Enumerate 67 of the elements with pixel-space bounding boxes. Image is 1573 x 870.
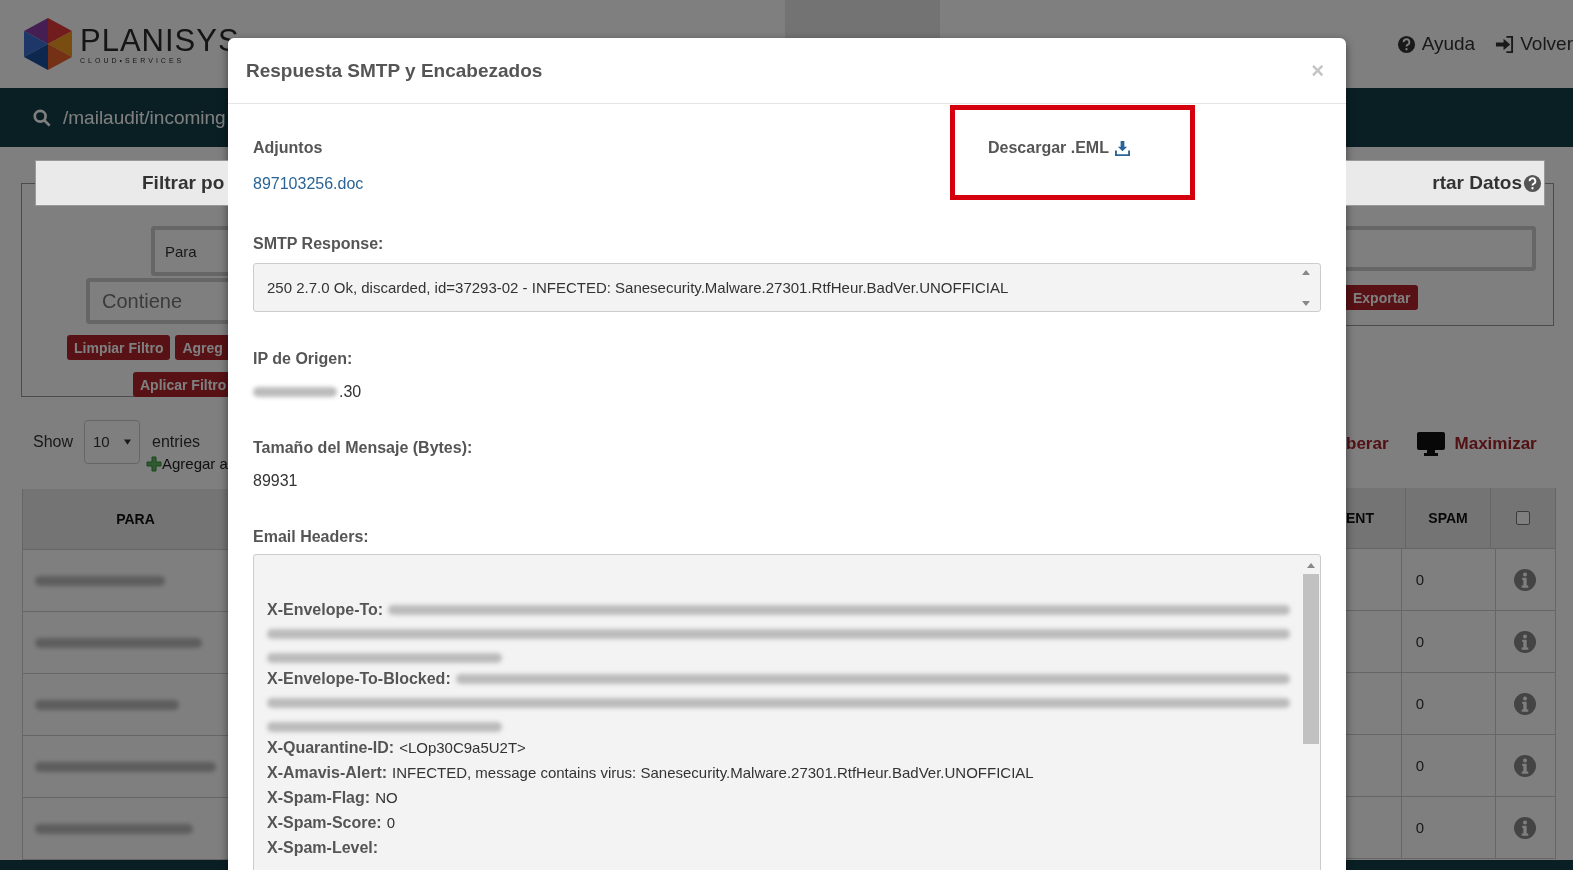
help-icon <box>1523 173 1542 193</box>
monitor-icon <box>1416 432 1445 456</box>
show-label: Show <box>33 432 74 451</box>
page-size-select[interactable]: 10 <box>84 419 141 464</box>
header-key: X-Quarantine-ID: <box>267 738 395 757</box>
table-cell: 0 <box>1400 611 1495 673</box>
table-cell: 0 <box>1400 735 1495 797</box>
nav-link[interactable]: Ayuda <box>1396 33 1476 55</box>
input-field[interactable] <box>1346 226 1536 271</box>
add-link[interactable]: Agregar a <box>146 455 228 472</box>
scroll-up-icon[interactable] <box>1302 269 1310 275</box>
info-icon[interactable] <box>1514 568 1537 591</box>
maximize-link[interactable]: Maximizar <box>1416 432 1537 456</box>
ip-value: .30 <box>339 383 362 401</box>
info-icon[interactable] <box>1514 816 1537 839</box>
field-select[interactable]: Para <box>151 226 228 276</box>
info-icon[interactable] <box>1514 630 1537 653</box>
column-header: PARA <box>23 489 228 550</box>
header-value: <LOp30C9a5U2T> <box>399 739 526 756</box>
nav-link[interactable]: Volver <box>1495 33 1573 55</box>
table-cell: 0 <box>1400 673 1495 735</box>
column-header: ENT <box>1346 488 1405 549</box>
clear-filter-button[interactable]: Limpiar Filtro <box>67 335 171 360</box>
header-value: NO <box>375 789 398 806</box>
attachments-label: Adjuntos <box>253 139 324 157</box>
smtp-response-text: 250 2.7.0 Ok, discarded, id=37293-02 - INFECTED: Sanesecurity.Malware.27301.RtfHeur.BadVer.UNOFFICIAL <box>267 279 1010 296</box>
select-all-checkbox[interactable] <box>1516 511 1531 525</box>
table-cell: 0 <box>1400 797 1495 859</box>
column-header: SPAM <box>1404 488 1491 549</box>
size-label: Tamaño del Mensaje (Bytes): <box>253 439 474 457</box>
smtp-label: SMTP Response: <box>253 235 385 253</box>
ip-label: IP de Origen: <box>253 350 354 368</box>
add-filter-button[interactable]: Agreg <box>175 335 228 360</box>
header-key: X-Envelope-To: <box>267 600 384 619</box>
panel-title: Filtrar po <box>35 160 228 206</box>
header-key: X-Spam-Level: <box>267 838 379 857</box>
table-cell: 0 <box>1400 549 1495 611</box>
scroll-down-icon[interactable] <box>1302 300 1310 306</box>
size-value: 89931 <box>253 472 299 490</box>
info-icon[interactable] <box>1514 754 1537 777</box>
path-text: /mailaudit/incoming <box>63 106 226 129</box>
header-key: X-Spam-Flag: <box>267 788 371 807</box>
logo-name: PLANISYS <box>80 24 240 57</box>
condition-field[interactable]: Contiene <box>86 278 228 324</box>
download-icon <box>1114 140 1130 156</box>
info-icon[interactable] <box>1514 692 1537 715</box>
attachment-link[interactable]: 897103256.doc <box>253 175 950 193</box>
apply-filter-button[interactable]: Aplicar Filtro <box>133 372 228 397</box>
scroll-up-icon[interactable] <box>1307 563 1315 568</box>
header-key: X-Amavis-Alert: <box>267 763 388 782</box>
header-value: INFECTED, message contains virus: Sanesecurity.Malware.27301.RtfHeur.BadVer.UNOFFICIAL <box>392 764 1034 781</box>
header-key: X-Envelope-To-Blocked: <box>267 669 451 688</box>
plus-icon <box>146 455 162 472</box>
header-value: 0 <box>386 814 396 831</box>
export-button[interactable]: Exportar <box>1346 285 1418 310</box>
headers-label: Email Headers: <box>253 528 370 546</box>
help-icon <box>1396 34 1416 54</box>
release-link[interactable]: berar <box>1346 434 1389 454</box>
download-link[interactable]: Descargar .EML <box>988 139 1130 157</box>
sign-in-icon <box>1495 34 1515 54</box>
entries-label: entries <box>152 432 201 451</box>
scrollbar-thumb[interactable] <box>1303 574 1319 744</box>
search-icon <box>33 108 51 127</box>
header-key: X-Spam-Score: <box>267 813 382 832</box>
panel-title-text: rtar Datos <box>1432 172 1522 194</box>
modal-title: Respuesta SMTP y Encabezados <box>246 59 543 82</box>
caret-icon <box>123 438 131 445</box>
